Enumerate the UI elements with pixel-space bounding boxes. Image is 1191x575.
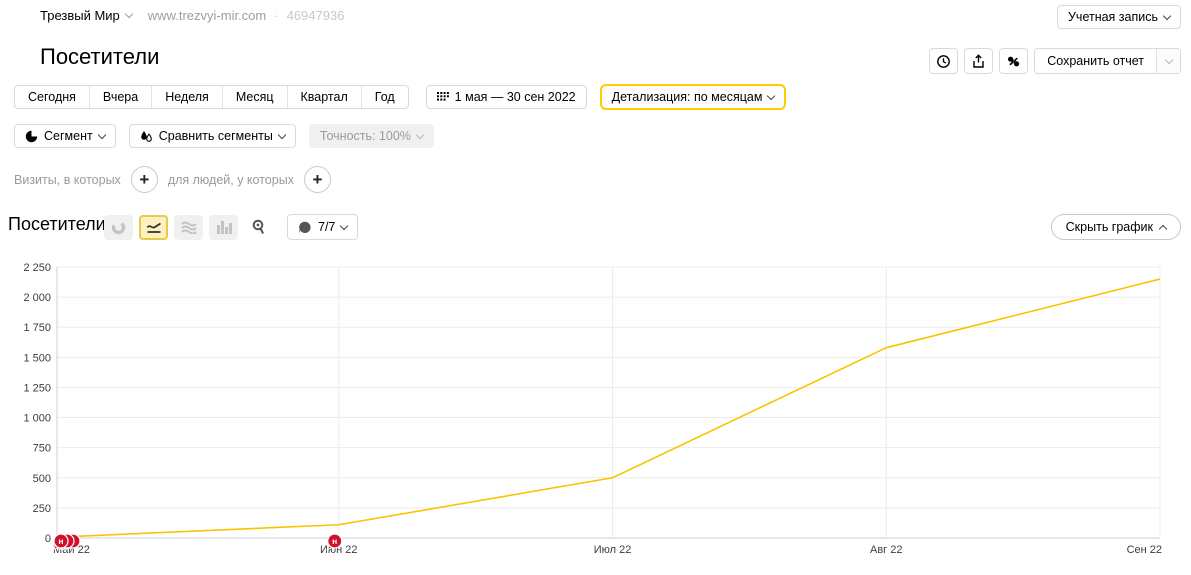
period-today[interactable]: Сегодня [15,86,89,108]
compare-reports-button[interactable] [999,48,1028,74]
separator-dot: · [274,8,278,23]
line-chart-type-button[interactable] [139,215,168,240]
accuracy-button[interactable]: Точность: 100% [309,124,434,148]
filter-row: Визиты, в которых + для людей, у которых… [14,166,331,193]
date-range-label: 1 мая — 30 сен 2022 [455,90,576,104]
site-url: www.trezvyi-mir.com [148,8,266,23]
compare-reports-icon [1006,55,1021,68]
period-group: Сегодня Вчера Неделя Месяц Квартал Год [14,85,409,109]
calendar-grid-icon [437,91,449,103]
add-visit-filter-button[interactable]: + [131,166,158,193]
y-axis-tick: 2 000 [23,292,51,304]
y-axis-tick: 1 000 [23,413,51,425]
two-drops-icon [140,130,153,143]
account-menu-button[interactable]: Учетная запись [1057,5,1181,29]
y-axis-tick: 1 250 [23,382,51,394]
period-quarter[interactable]: Квартал [287,86,361,108]
y-axis-tick: 500 [33,473,51,485]
x-axis-tick: Июл 22 [594,544,632,556]
counter-name: Трезвый Мир [40,8,120,23]
chevron-down-icon [416,130,424,138]
export-button[interactable] [964,48,993,74]
map-chart-type-button[interactable] [244,215,273,240]
accuracy-label: Точность: 100% [320,129,411,143]
y-axis-tick: 1 500 [23,352,51,364]
visits-filter-label: Визиты, в которых [14,173,121,187]
counter-id: 46947936 [287,8,345,23]
segment-row: Сегмент Сравнить сегменты Точность: 100% [14,124,434,148]
stacked-area-type-button [174,215,203,240]
period-yesterday[interactable]: Вчера [89,86,151,108]
chevron-down-icon [278,130,286,138]
add-people-filter-button[interactable]: + [304,166,331,193]
annotation-marker-letter: н [332,536,337,546]
compare-segments-label: Сравнить сегменты [159,129,273,143]
chevron-down-icon [97,130,105,138]
line-chart-icon [146,221,162,234]
y-axis-tick: 1 750 [23,322,51,334]
chevron-down-icon [767,91,775,99]
chart-type-row: 7/7 [104,214,358,240]
save-report-button[interactable]: Сохранить отчет [1035,49,1156,73]
columns-chart-icon [216,220,232,234]
donut-chart-type-button [104,215,133,240]
annotation-marker-letter: н [58,536,63,546]
period-week[interactable]: Неделя [151,86,222,108]
y-axis-tick: 750 [33,443,51,455]
hide-chart-label: Скрыть график [1066,220,1153,234]
period-month[interactable]: Месяц [222,86,287,108]
chevron-down-icon [1164,55,1172,63]
chevron-up-icon [1159,224,1167,232]
comments-count: 7/7 [318,220,335,234]
page-title: Посетители [40,44,159,70]
export-icon [971,54,986,69]
hide-chart-button[interactable]: Скрыть график [1051,214,1181,240]
pie-segment-icon [25,130,38,143]
metrica-dashboard: Трезвый Мир www.trezvyi-mir.com · 469479… [0,0,1191,575]
y-axis-tick: 250 [33,503,51,515]
chevron-down-icon [340,221,348,229]
segment-button[interactable]: Сегмент [14,124,116,148]
columns-chart-type-button [209,215,238,240]
save-report-dropdown[interactable] [1156,49,1180,73]
counter-switcher[interactable]: Трезвый Мир [40,8,132,23]
visitors-line-chart[interactable]: 0 250 500 750 1 000 1 250 1 500 1 750 2 000 2 250… [0,255,1191,571]
donut-chart-icon [111,220,126,235]
report-toolbar: Сохранить отчет [929,48,1181,74]
top-bar: Трезвый Мир www.trezvyi-mir.com · 469479… [40,8,344,23]
chart-title: Посетители [8,214,106,235]
date-range-button[interactable]: 1 мая — 30 сен 2022 [426,85,587,109]
stacked-area-icon [181,220,197,234]
x-axis-tick: Авг 22 [870,544,902,556]
comments-button[interactable]: 7/7 [287,214,358,240]
y-axis-tick: 2 250 [23,262,51,274]
map-pin-icon [251,219,266,235]
y-axis-tick: 0 [45,533,51,545]
detalization-button[interactable]: Детализация: по месяцам [600,84,787,110]
chevron-down-icon [125,10,133,18]
save-report-split-button: Сохранить отчет [1034,48,1181,74]
account-menu-label: Учетная запись [1068,10,1158,24]
detalization-label: Детализация: по месяцам [612,90,763,104]
period-year[interactable]: Год [361,86,408,108]
segment-label: Сегмент [44,129,93,143]
clock-icon [936,54,951,69]
schedule-button[interactable] [929,48,958,74]
chevron-down-icon [1163,11,1171,19]
period-row: Сегодня Вчера Неделя Месяц Квартал Год 1… [14,84,786,110]
x-axis-tick: Сен 22 [1127,544,1162,556]
people-filter-label: для людей, у которых [168,173,294,187]
speech-bubble-icon [298,221,312,234]
compare-segments-button[interactable]: Сравнить сегменты [129,124,296,148]
